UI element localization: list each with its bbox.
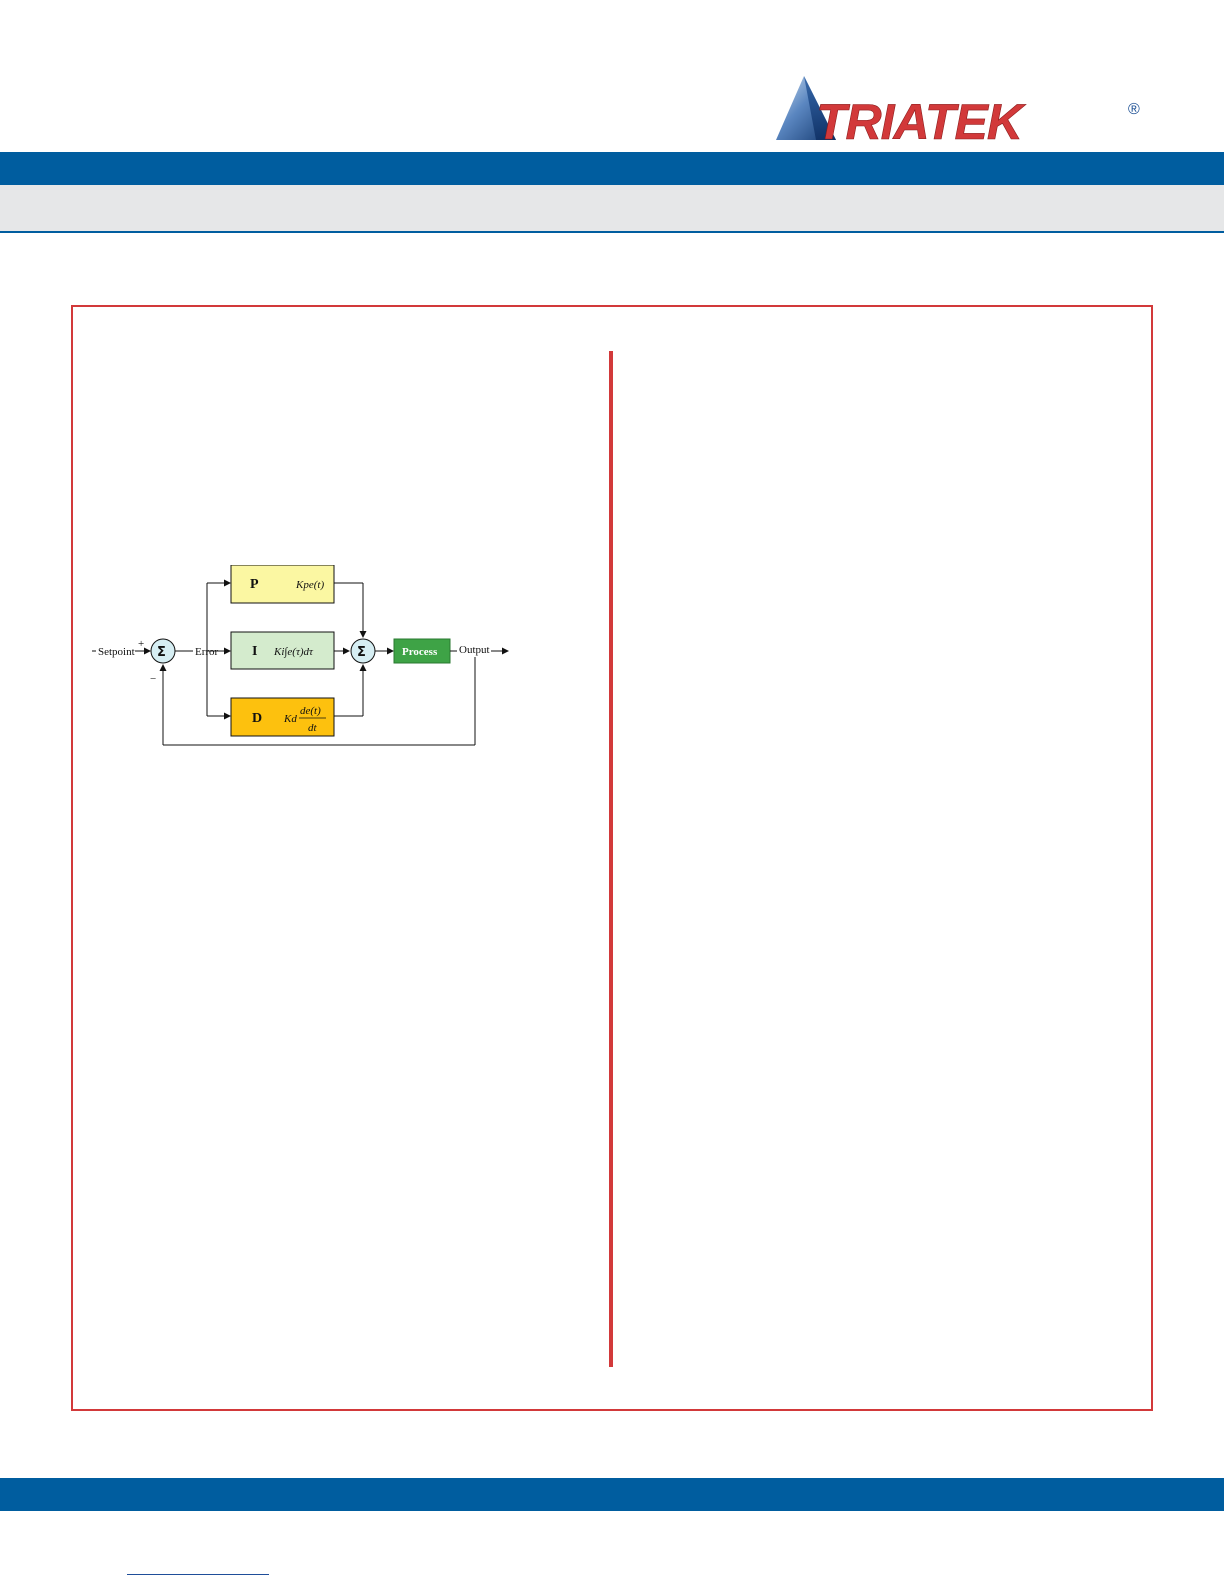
- footer-link-underline: [127, 1574, 269, 1575]
- column-divider: [609, 351, 613, 1367]
- header-grey-band: [0, 185, 1224, 233]
- svg-text:Process: Process: [402, 646, 438, 658]
- svg-text:I: I: [252, 644, 257, 659]
- d-numerator: de(t): [300, 705, 321, 717]
- triatek-logo: TRIATEK ®: [776, 76, 1140, 146]
- sum-junction-1: Σ: [150, 638, 176, 664]
- pid-block-diagram: Setpoint + − Σ Error P Kpe(t) I Ki∫e(τ)d…: [92, 565, 509, 746]
- d-block: D Kd de(t) dt: [230, 697, 335, 737]
- footer-blue-band: [0, 1478, 1224, 1511]
- svg-text:Σ: Σ: [157, 645, 166, 660]
- header-blue-band: [0, 152, 1224, 185]
- minus-sign: −: [150, 673, 156, 685]
- p-formula: Kpe(t): [295, 579, 324, 591]
- plus-sign: +: [138, 638, 144, 650]
- logo-wordmark: TRIATEK: [816, 94, 1027, 146]
- svg-text:D: D: [252, 711, 262, 726]
- registered-mark: ®: [1128, 101, 1140, 118]
- d-coef: Kd: [283, 713, 297, 725]
- p-block: P Kpe(t): [230, 565, 335, 604]
- i-formula: Ki∫e(τ)dτ: [273, 646, 314, 658]
- setpoint-label: Setpoint: [98, 646, 135, 658]
- d-denominator: dt: [308, 722, 318, 734]
- svg-text:Σ: Σ: [357, 645, 366, 660]
- svg-text:P: P: [250, 577, 259, 592]
- i-block: I Ki∫e(τ)dτ: [230, 631, 335, 670]
- sum-junction-2: Σ: [350, 638, 376, 664]
- process-block: Process: [393, 638, 451, 664]
- output-label: Output: [459, 644, 490, 656]
